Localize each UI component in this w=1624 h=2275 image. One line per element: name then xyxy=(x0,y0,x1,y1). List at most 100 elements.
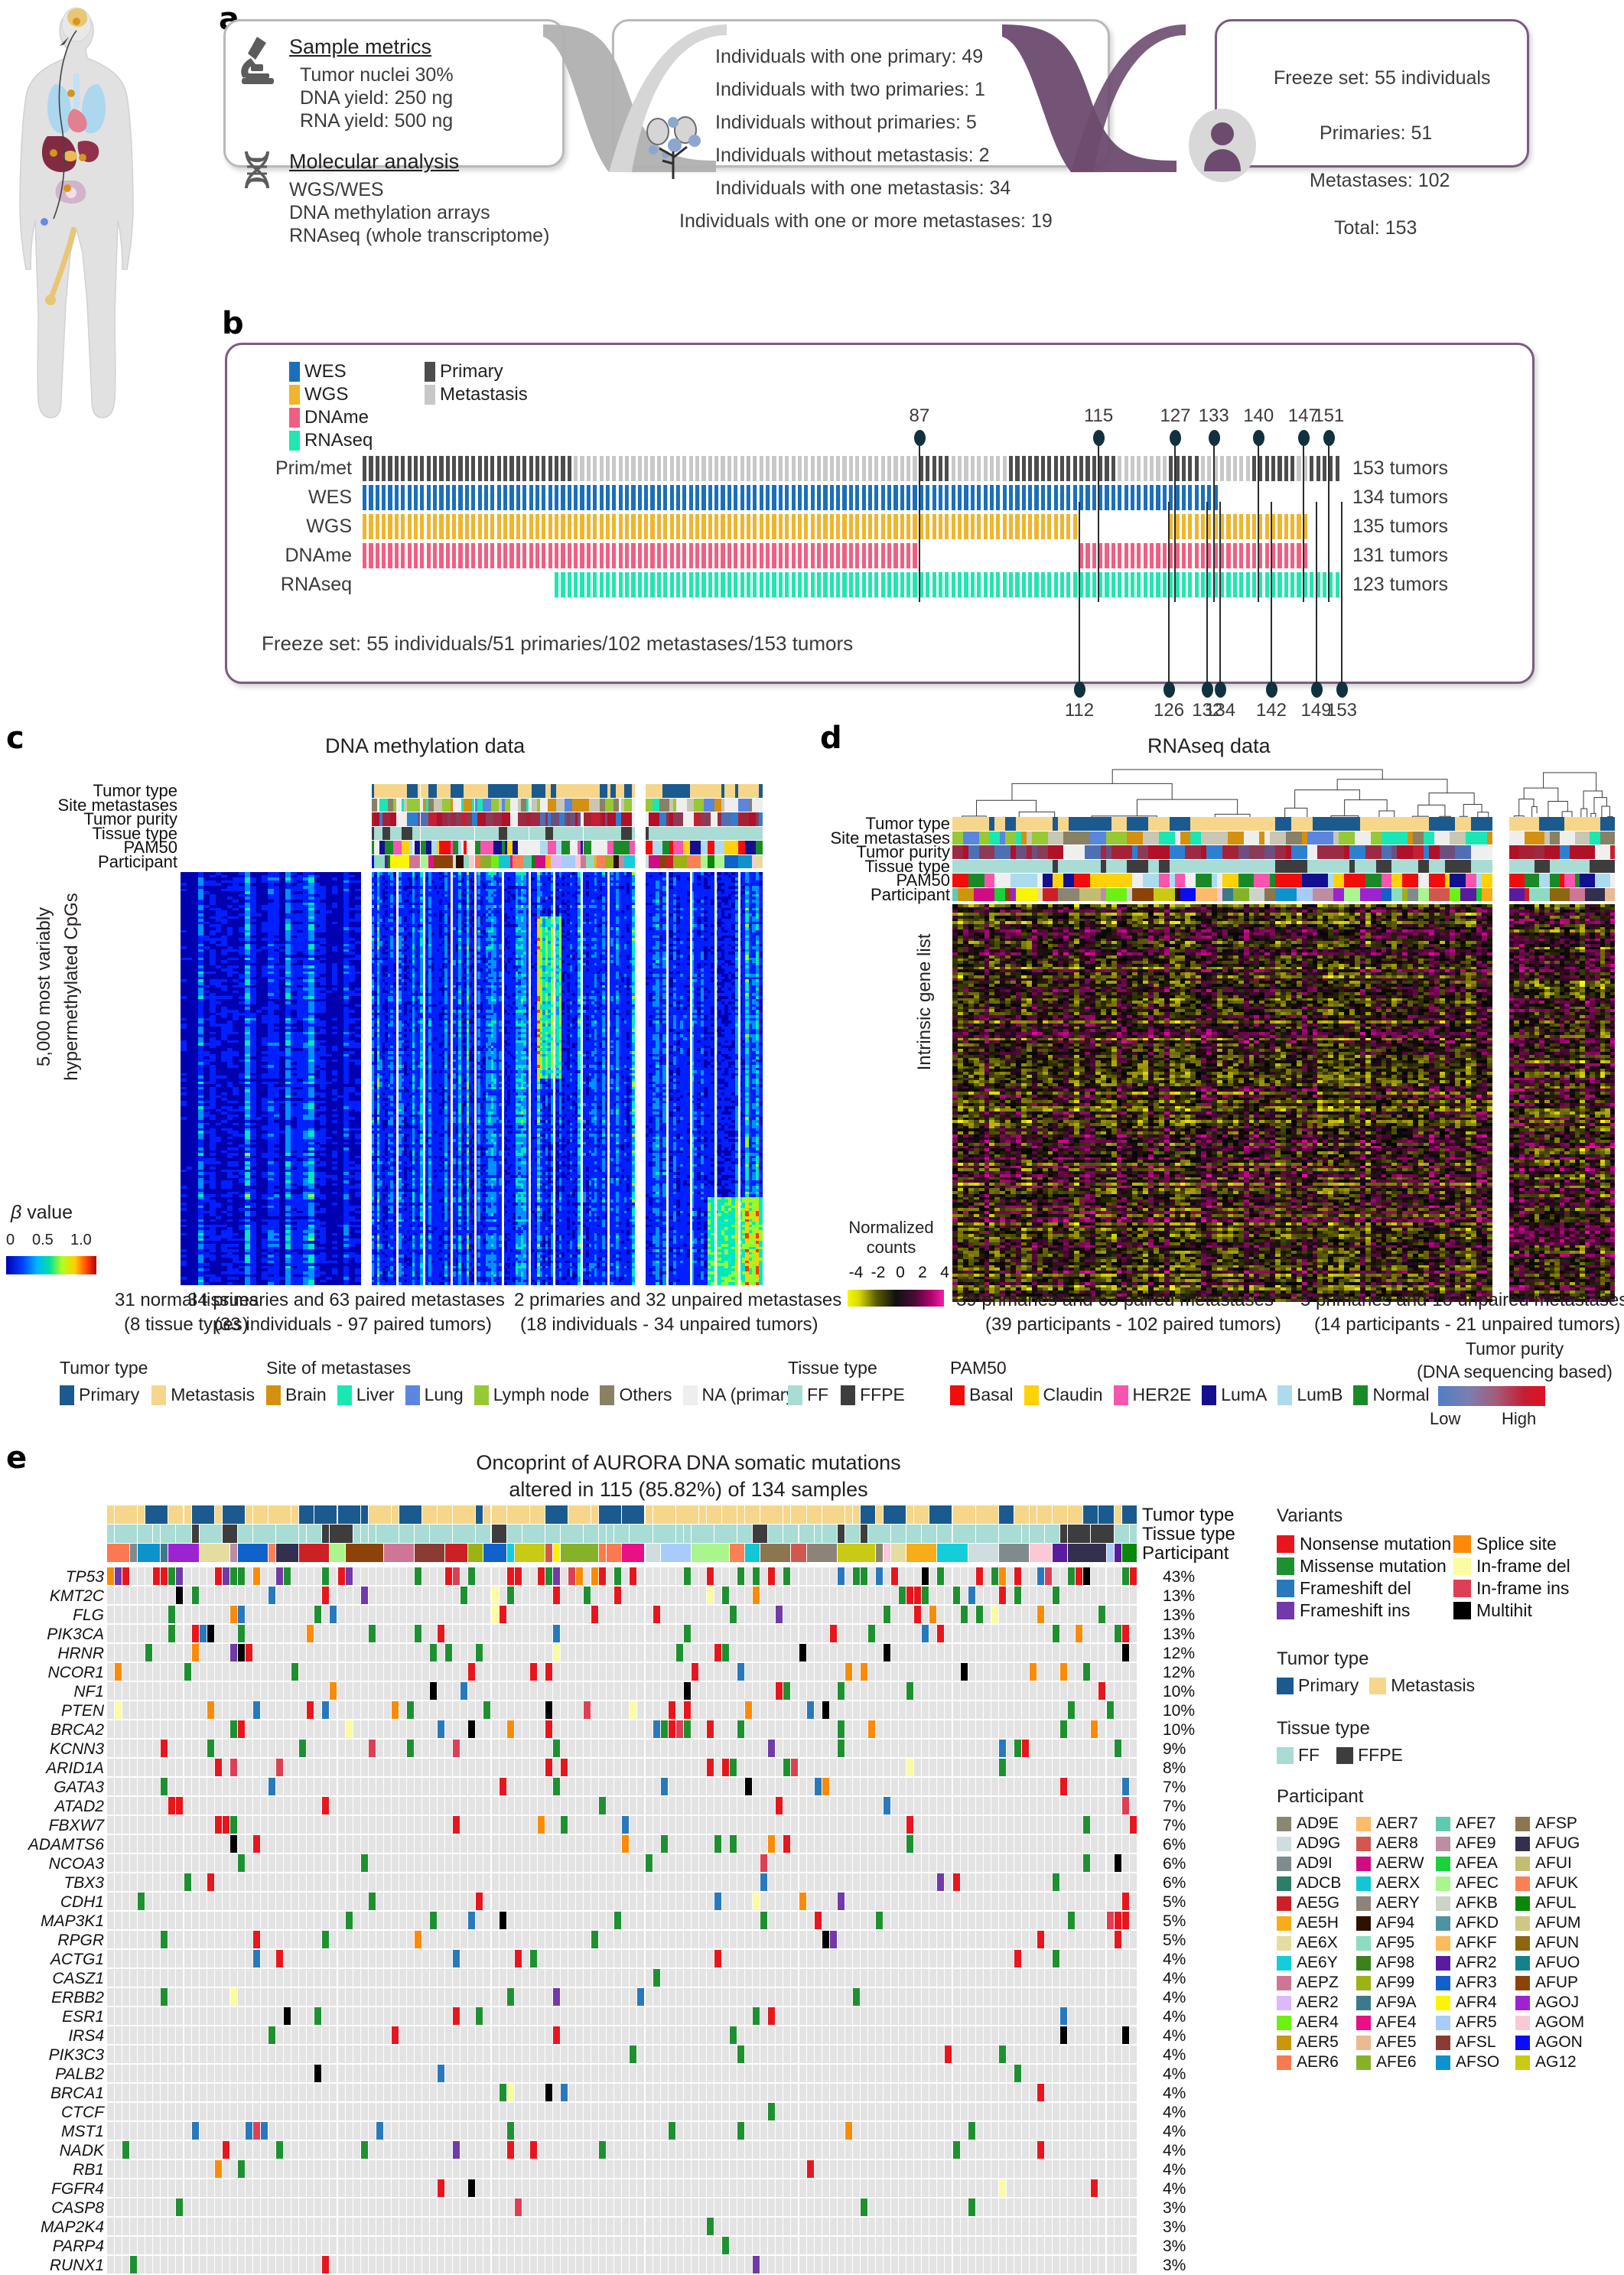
legend-swatch xyxy=(1353,1385,1368,1405)
panel-e-empty-cell xyxy=(684,1912,691,1929)
panel-e-empty-cell xyxy=(168,1720,175,1738)
panel-c-annotation-cell xyxy=(374,841,379,854)
panel-e-empty-cell xyxy=(230,1950,237,1967)
panel-d-annotation-cell xyxy=(1132,845,1137,859)
panel-e-empty-cell xyxy=(483,2007,490,2025)
panel-b-tick xyxy=(593,543,597,568)
cohort-line-1: Individuals with two primaries: 1 xyxy=(715,79,985,101)
legend-label: LumB xyxy=(1297,1385,1342,1405)
panel-e-empty-cell xyxy=(976,1854,983,1872)
panel-e-empty-cell xyxy=(376,1893,383,1910)
panel-e-mutation-cell xyxy=(838,1893,845,1910)
panel-e-mutation-cell xyxy=(346,1720,353,1738)
panel-b-tick xyxy=(1118,485,1121,510)
panel-e-empty-cell xyxy=(176,1969,183,1987)
panel-c-annotation-cell xyxy=(382,799,388,812)
panel-e-empty-cell xyxy=(392,1625,399,1642)
panel-b-tick xyxy=(535,456,539,481)
panel-e-annotation-cell xyxy=(330,1525,352,1543)
panel-b-tick xyxy=(881,572,885,597)
panel-e-empty-cell xyxy=(760,1835,767,1853)
panel-e-empty-cell xyxy=(145,1778,152,1795)
panel-e-empty-cell xyxy=(929,1950,936,1967)
panel-e-empty-cell xyxy=(661,1988,668,2006)
panel-e-empty-cell xyxy=(507,1682,514,1700)
panel-e-empty-cell xyxy=(215,1701,222,1719)
panel-b-tick xyxy=(509,514,513,539)
panel-b-tick xyxy=(1079,456,1083,481)
panel-e-empty-cell xyxy=(115,2007,122,2025)
panel-e-empty-cell xyxy=(369,1778,376,1795)
panel-e-mutation-cell xyxy=(830,1931,837,1948)
panel-e-empty-cell xyxy=(430,1797,437,1814)
panel-e-empty-cell xyxy=(538,1587,545,1604)
panel-e-mutation-cell xyxy=(107,1567,114,1585)
panel-e-empty-cell xyxy=(307,1873,314,1891)
panel-e-empty-cell xyxy=(184,1644,191,1661)
panel-b-tick xyxy=(568,514,571,539)
panel-e-empty-cell xyxy=(1076,1606,1082,1623)
panel-e-empty-cell xyxy=(760,1701,767,1719)
panel-e-empty-cell xyxy=(461,1816,467,1834)
panel-e-empty-cell xyxy=(330,1587,337,1604)
panel-e-empty-cell xyxy=(714,1663,721,1681)
panel-e-empty-cell xyxy=(692,1720,698,1738)
panel-e-empty-cell xyxy=(853,1893,860,1910)
panel-e-empty-cell xyxy=(468,1587,475,1604)
panel-e-empty-cell xyxy=(1060,1587,1067,1604)
panel-e-empty-cell xyxy=(845,1797,852,1814)
panel-e-empty-cell xyxy=(122,1969,129,1987)
panel-e-empty-cell xyxy=(853,1740,860,1757)
panel-b-tick xyxy=(1233,456,1237,481)
panel-c-annotation-cell xyxy=(632,827,635,841)
panel-e-empty-cell xyxy=(1098,1893,1105,1910)
panel-c-annotation-cell xyxy=(708,841,714,854)
panel-e-empty-cell xyxy=(561,1969,568,1987)
panel-b-tick xyxy=(689,572,693,597)
panel-b-tick xyxy=(619,485,623,510)
panel-d-annotation-cell xyxy=(994,888,1005,902)
panel-e-empty-cell xyxy=(637,1797,644,1814)
panel-b-tick xyxy=(1111,485,1115,510)
panel-e-empty-cell xyxy=(646,1816,653,1834)
panel-e-empty-cell xyxy=(438,1567,444,1585)
panel-e-empty-cell xyxy=(653,1682,660,1700)
panel-b-tick xyxy=(1233,543,1237,568)
panel-e-empty-cell xyxy=(699,1912,706,1929)
panel-e-empty-cell xyxy=(899,1854,906,1872)
panel-e-gene-label: BRCA1 xyxy=(0,2084,104,2103)
panel-e-empty-cell xyxy=(200,1682,207,1700)
panel-e-empty-cell xyxy=(1107,1988,1114,2006)
panel-e-empty-cell xyxy=(361,1720,368,1738)
panel-e-gene-label: ADAMTS6 xyxy=(0,1835,104,1854)
panel-e-empty-cell xyxy=(868,1854,875,1872)
panel-e-mutation-cell xyxy=(791,1759,798,1776)
panel-e-empty-cell xyxy=(999,1701,1006,1719)
panel-e-empty-cell xyxy=(407,1567,414,1585)
panel-e-empty-cell xyxy=(153,1606,160,1623)
panel-e-empty-cell xyxy=(791,1931,798,1948)
panel-e-empty-cell xyxy=(961,1778,968,1795)
panel-e-empty-cell xyxy=(515,1816,522,1834)
panel-e-mutation-cell xyxy=(284,1567,291,1585)
panel-e-empty-cell xyxy=(1060,1644,1067,1661)
panel-e-empty-cell xyxy=(622,1950,629,1967)
legend-label: Lymph node xyxy=(493,1385,590,1405)
panel-c-annotation-cell xyxy=(402,827,410,841)
panel-e-empty-cell xyxy=(945,1625,952,1642)
panel-d-annotation-cell xyxy=(1016,888,1037,902)
panel-e-empty-cell xyxy=(637,1969,644,1987)
panel-e-empty-cell xyxy=(468,2007,475,2025)
panel-e-empty-cell xyxy=(215,1931,222,1948)
panel-c-annotation-cell xyxy=(646,799,653,812)
panel-e-empty-cell xyxy=(515,1644,522,1661)
panel-b-tick xyxy=(1144,572,1147,597)
panel-e-empty-cell xyxy=(445,1682,452,1700)
panel-b-tick xyxy=(1085,543,1089,568)
panel-e-empty-cell xyxy=(138,1835,145,1853)
panel-e-empty-cell xyxy=(422,1567,429,1585)
panel-e-empty-cell xyxy=(483,1893,490,1910)
panel-e-mutation-cell xyxy=(799,1893,806,1910)
panel-e-empty-cell xyxy=(184,1816,191,1834)
panel-e-mutation-cell xyxy=(253,1835,260,1853)
